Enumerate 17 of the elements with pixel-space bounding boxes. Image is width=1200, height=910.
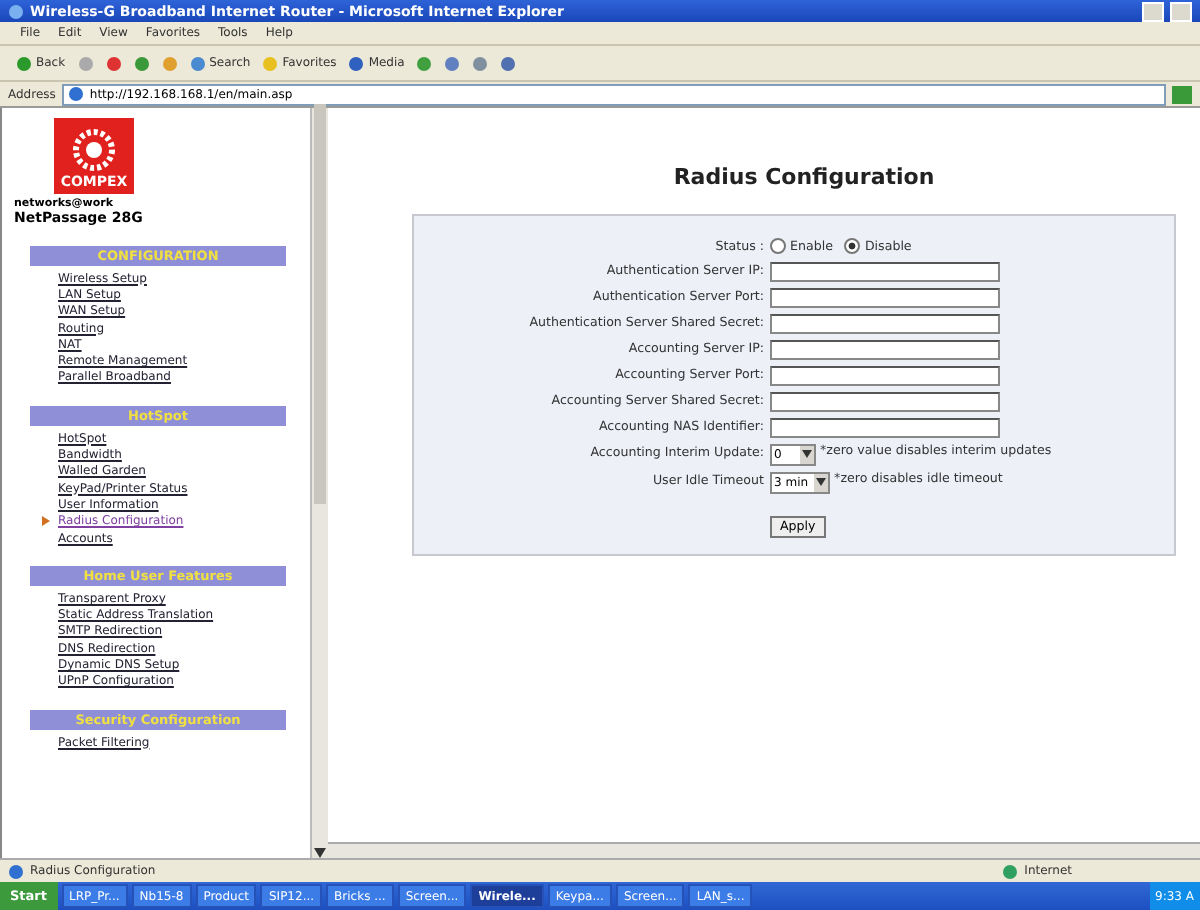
dropdown-arrow-icon	[816, 478, 827, 486]
sun-logo-icon	[72, 128, 116, 172]
page-title: Radius Configuration	[673, 164, 935, 190]
scroll-down-icon[interactable]	[314, 848, 326, 858]
input-field[interactable]	[770, 417, 1000, 437]
scrollbar[interactable]	[328, 842, 1200, 858]
input-field[interactable]	[770, 287, 1000, 307]
dropdown-arrow-icon	[802, 450, 812, 458]
minimize-button[interactable]	[1142, 1, 1164, 21]
input-field[interactable]	[770, 391, 1000, 411]
input-field[interactable]	[770, 339, 1000, 359]
input-field[interactable]	[770, 313, 1000, 333]
maximize-button[interactable]	[1170, 1, 1192, 21]
input-field[interactable]	[770, 365, 1000, 385]
scrollbar[interactable]	[310, 108, 328, 858]
input-field[interactable]	[770, 261, 1000, 281]
pointer-icon	[42, 516, 50, 527]
